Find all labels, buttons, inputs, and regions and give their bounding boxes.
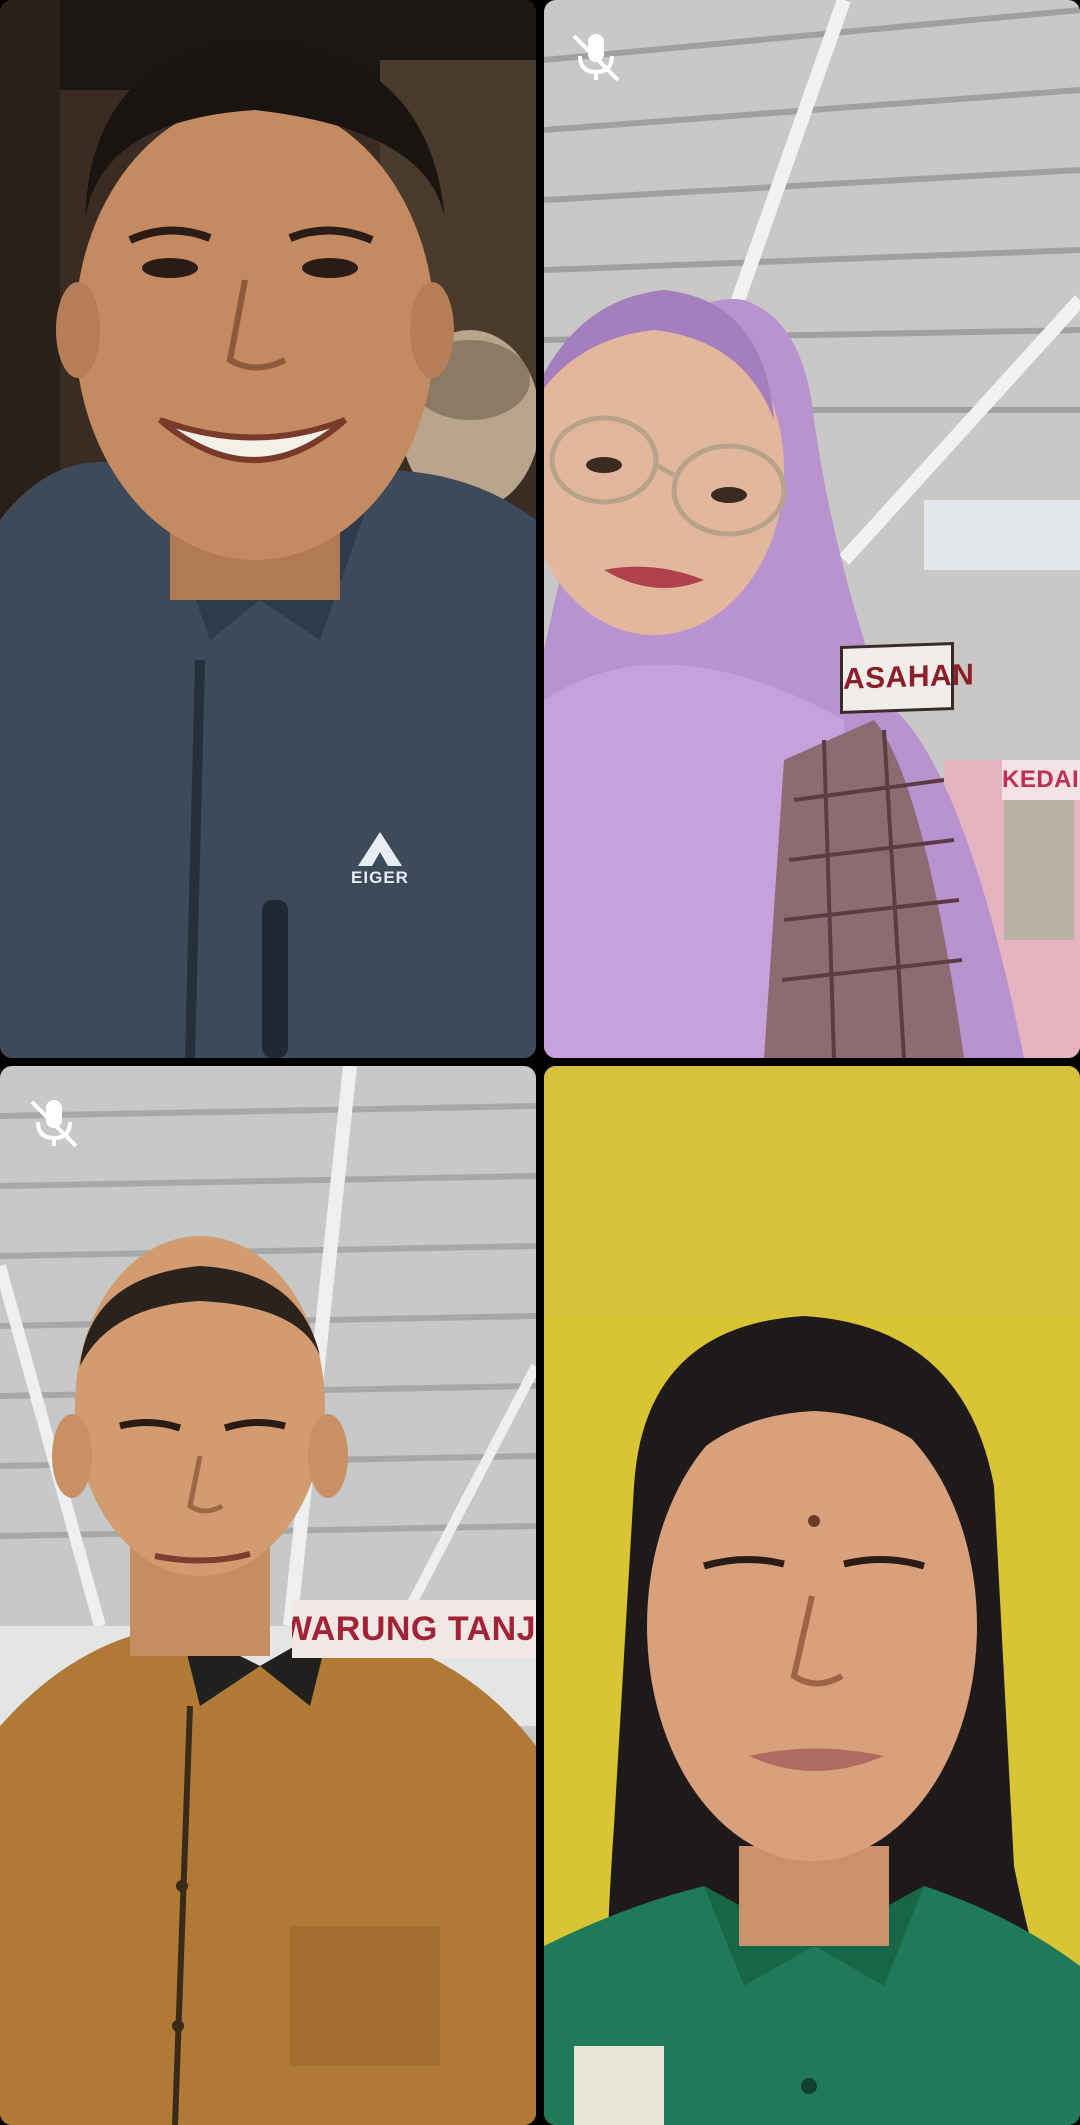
mic-off-icon[interactable] bbox=[24, 1094, 82, 1152]
participant-video-1 bbox=[0, 0, 536, 1058]
mountain-logo-icon bbox=[358, 832, 402, 866]
video-call-grid: EIGER ASAHAN KEDAI WARUNG TANJ bbox=[0, 0, 1080, 2125]
jacket-logo: EIGER bbox=[336, 828, 424, 890]
mic-off-icon[interactable] bbox=[566, 28, 624, 86]
jacket-logo-text: EIGER bbox=[351, 868, 409, 887]
participant-tile-2[interactable]: ASAHAN KEDAI GE bbox=[544, 0, 1080, 1058]
participant-tile-3[interactable]: WARUNG TANJUNG bbox=[0, 1066, 536, 2125]
background-sign-warung: WARUNG TANJUNG bbox=[292, 1600, 536, 1658]
participant-tile-4[interactable] bbox=[544, 1066, 1080, 2125]
background-sign-asahan: ASAHAN bbox=[840, 642, 974, 714]
participant-tile-1[interactable]: EIGER bbox=[0, 0, 536, 1058]
participant-video-4 bbox=[544, 1066, 1080, 2125]
background-sign-shop: KEDAI GE bbox=[1002, 760, 1080, 800]
participant-video-2 bbox=[544, 0, 1080, 1058]
participant-video-3 bbox=[0, 1066, 536, 2125]
